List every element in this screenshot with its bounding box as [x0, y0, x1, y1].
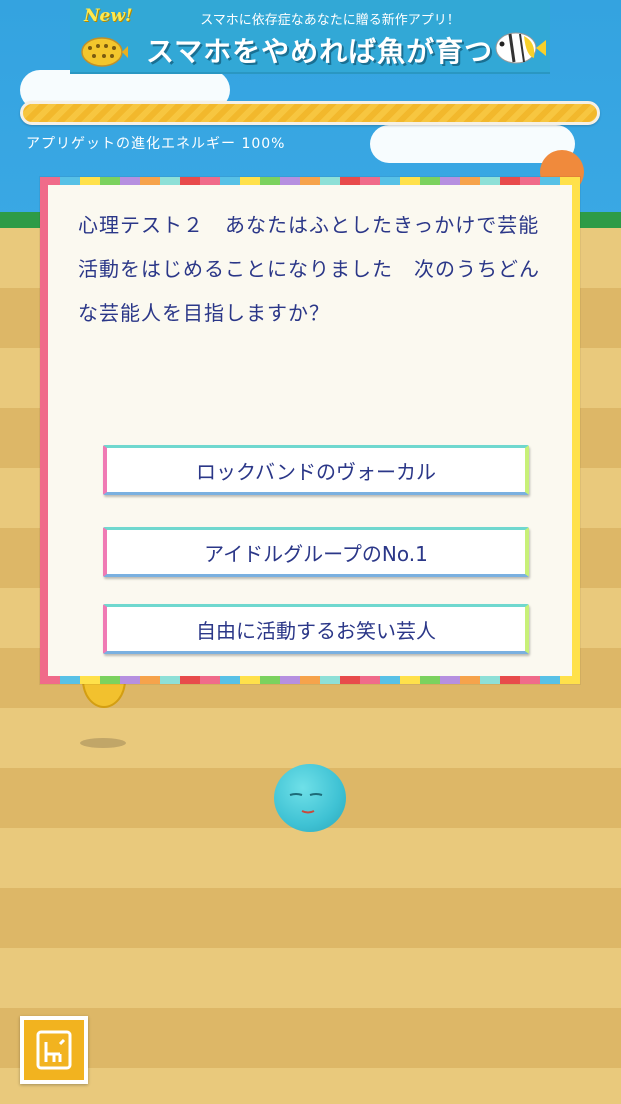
pufferfish-icon — [81, 37, 128, 67]
menu-book-button[interactable] — [20, 1016, 88, 1084]
butterflyfish-icon — [495, 32, 546, 64]
banner-title: スマホをやめれば魚が育つ — [146, 35, 494, 68]
banner-subtitle: スマホに依存症なあなたに贈る新作アプリ！ — [200, 13, 460, 28]
answer-option-2[interactable]: アイドルグループのNo.1 — [103, 527, 529, 577]
answer-option-3[interactable]: 自由に活動するお笑い芸人 — [103, 604, 529, 654]
evolution-energy-label: アプリゲットの進化エネルギー 100% — [26, 136, 286, 152]
ad-banner[interactable]: New! スマホに依存症なあなたに贈る新作アプリ！ スマホをやめれば魚が育つ — [70, 0, 550, 74]
coin-shadow — [80, 738, 126, 748]
answer-option-1[interactable]: ロックバンドのヴォーカル — [103, 445, 529, 495]
question-text: 心理テスト２ あなたはふとしたきっかけで芸能活動をはじめることになりました 次の… — [78, 213, 540, 325]
quiz-card: 心理テスト２ あなたはふとしたきっかけで芸能活動をはじめることになりました 次の… — [40, 177, 580, 684]
evolution-energy-fill — [23, 104, 597, 122]
book-icon — [36, 1030, 72, 1070]
evolution-energy-bar — [20, 101, 600, 125]
fish-blob-character[interactable] — [274, 764, 346, 832]
